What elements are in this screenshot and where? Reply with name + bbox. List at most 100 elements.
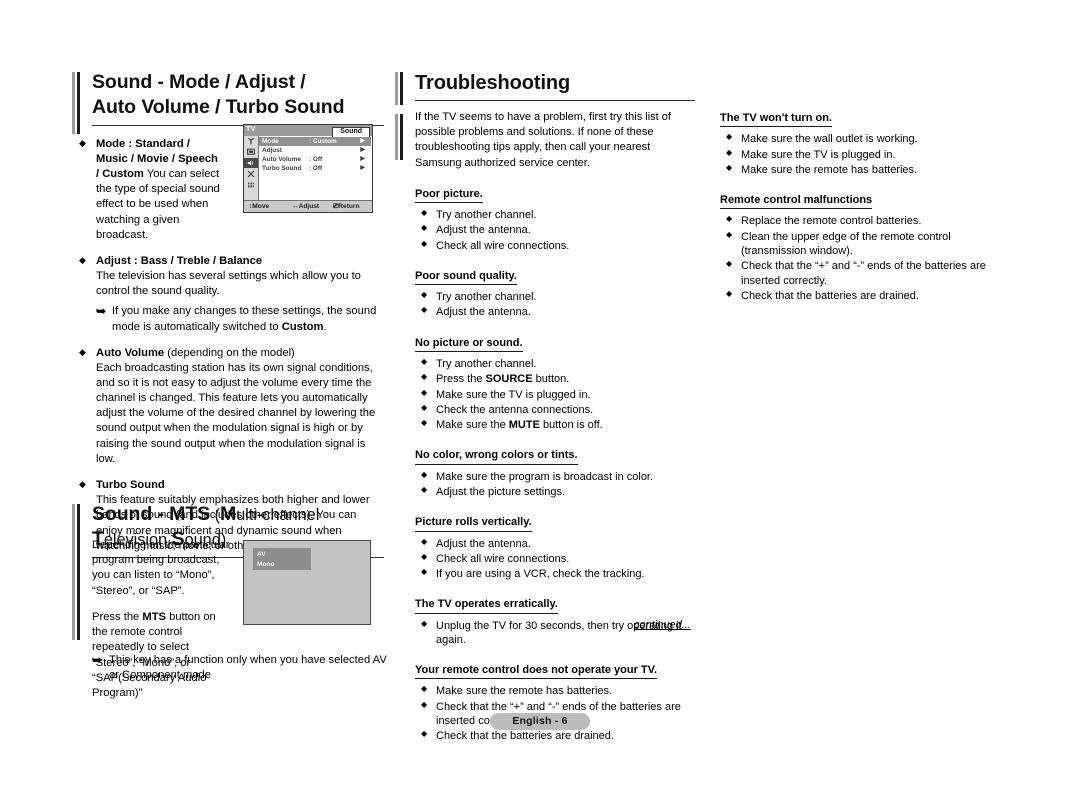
list-item: ◆ Replace the remote control batteries. <box>726 214 922 228</box>
adjust-note: ➥ If you make any changes to these setti… <box>96 304 384 334</box>
list-item: ◆ Check that the “+” and “-” ends of the … <box>726 259 986 287</box>
osd-title-badge: Sound <box>332 126 370 138</box>
diamond-bullet-icon: ◆ <box>421 207 428 217</box>
osd-row-mode[interactable]: Mode : Custom ▶ <box>259 137 371 146</box>
osd-tv-label: TV <box>246 126 256 133</box>
list-item: ◆ Check all wire connections. <box>421 551 570 565</box>
mono-label: Mono <box>257 561 275 568</box>
osd-row-auto-volume-value: : Off <box>309 156 323 163</box>
troubleshooting-title: Troubleshooting <box>415 72 571 94</box>
list-item: ◆ Adjust the antenna. <box>421 305 531 319</box>
ts-group-poor-picture: Poor picture. ◆ Try another channel. ◆ Adj… <box>415 184 695 253</box>
diamond-bullet-icon: ◆ <box>726 132 733 142</box>
list-item: ◆ Check the antenna connections. <box>421 402 594 416</box>
sound-mode-heading-block: Sound - Mode / Adjust / Auto Volume / Tu… <box>72 70 384 134</box>
ts-heading: Your remote control does not operate you… <box>415 664 658 680</box>
diamond-bullet-icon: ◆ <box>726 259 733 269</box>
list-item: ◆ Adjust the antenna. <box>421 223 531 237</box>
osd-footer-bar: ↕ Move ↔ Adjust ⎚ Return <box>244 200 372 212</box>
ts-group-remote-no-operate: Your remote control does not operate you… <box>415 660 695 743</box>
diamond-bullet-icon: ◆ <box>421 356 428 366</box>
diamond-bullet-icon: ◆ <box>421 536 428 546</box>
page-title: Sound - Mode / Adjust / Auto Volume / Tu… <box>92 70 384 121</box>
list-item: ◆ Make sure the TV is plugged in. <box>726 147 896 161</box>
osd-row-adjust-label: Adjust <box>262 147 282 154</box>
list-item: ◆ Make sure the MUTE button is off. <box>421 418 603 432</box>
setup-icon <box>244 168 258 179</box>
ts-heading: The TV won't turn on. <box>720 112 832 128</box>
diamond-bullet-icon: ◆ <box>421 567 428 577</box>
osd-sound-menu: TV Sound Mode : Custom ▶ Adjust ▶ Auto V… <box>243 124 373 213</box>
speaker-icon <box>244 157 258 169</box>
ts-heading: No color, wrong colors or tints. <box>415 449 578 465</box>
diamond-bullet-icon: ◆ <box>79 346 86 357</box>
osd-av-screen: AV Mono <box>243 540 371 625</box>
osd-adjust-hint: ↔ Adjust <box>292 203 320 210</box>
manual-page: Sound - Mode / Adjust / Auto Volume / Tu… <box>0 0 1080 796</box>
heading-line-2: Auto Volume / Turbo Sound <box>92 96 345 119</box>
ts-heading: Remote control malfunctions <box>720 194 873 210</box>
mts-note-text: This key has a function only when you ha… <box>109 654 387 682</box>
list-item: ◆ If you are using a VCR, check the track… <box>421 567 645 581</box>
osd-row-auto-volume-label: Auto Volume <box>262 156 301 163</box>
osd-row-mode-label: Mode <box>262 138 279 145</box>
diamond-bullet-icon: ◆ <box>421 290 428 300</box>
osd-row-turbo-sound[interactable]: Turbo Sound : Off ▶ <box>259 164 371 173</box>
bullet-auto-volume: ◆ Auto Volume (depending on the model) E… <box>72 346 384 467</box>
chevron-right-icon: ▶ <box>360 147 365 153</box>
list-item: ◆ Try another channel. <box>421 207 537 221</box>
list-item: ◆ Make sure the remote has batteries. <box>726 162 918 176</box>
ts-group-no-color: No color, wrong colors or tints. ◆ Make s… <box>415 445 695 499</box>
list-item: ◆ Make sure the remote has batteries. <box>421 684 613 698</box>
list-item: ◆ Adjust the antenna. <box>421 536 531 550</box>
osd-row-auto-volume[interactable]: Auto Volume : Off ▶ <box>259 155 371 164</box>
list-item: ◆ Clean the upper edge of the remote cont… <box>726 229 951 257</box>
ts-heading: Poor picture. <box>415 188 483 203</box>
osd-return-hint: ⎚ Return <box>333 203 360 210</box>
diamond-bullet-icon: ◆ <box>79 254 86 265</box>
av-mono-banner: AV Mono <box>253 548 311 570</box>
ts-list: ◆ Adjust the antenna. ◆ Check all wire con… <box>415 537 695 582</box>
arrow-note-icon: ➥ <box>92 653 103 667</box>
bullet-adjust-body: The television has several settings whic… <box>96 270 361 298</box>
bullet-auto-volume-title: Auto Volume <box>96 346 165 359</box>
mts-paragraph-1: Depending on the particular program bein… <box>92 539 230 597</box>
troubleshooting-column: Troubleshooting If the TV seems to have … <box>395 70 695 744</box>
list-item: ◆ Try another channel. <box>421 290 537 304</box>
bullet-adjust: ◆ Adjust : Bass / Treble / Balance The t… <box>72 254 384 335</box>
ts-heading: Picture rolls vertically. <box>415 516 532 532</box>
diamond-bullet-icon: ◆ <box>421 223 428 233</box>
ts-list: ◆ Replace the remote control batteries. ◆… <box>720 214 1010 303</box>
list-item: ◆ Try another channel. <box>421 356 537 370</box>
ts-list: ◆ Try another channel. ◆ Press the SOURCE … <box>415 357 695 432</box>
diamond-bullet-icon: ◆ <box>421 305 428 315</box>
diamond-bullet-icon: ◆ <box>421 372 428 382</box>
heading-accent-bar <box>72 72 81 134</box>
bullet-auto-volume-note: (depending on the model) <box>167 346 295 359</box>
diamond-bullet-icon: ◆ <box>79 137 86 148</box>
diamond-bullet-icon: ◆ <box>421 484 428 494</box>
bullet-auto-volume-body: Each broadcasting station has its own si… <box>96 361 376 465</box>
osd-row-adjust[interactable]: Adjust ▶ <box>259 146 371 155</box>
bullet-adjust-title: Adjust : Bass / Treble / Balance <box>96 254 263 267</box>
ts-list: ◆ Make sure the wall outlet is working. ◆… <box>720 132 1010 177</box>
osd-row-turbo-sound-label: Turbo Sound <box>262 165 302 172</box>
diamond-bullet-icon: ◆ <box>421 418 428 428</box>
troubleshooting-heading-block: Troubleshooting <box>395 70 695 105</box>
list-item: ◆ Check that the batteries are drained. <box>726 288 919 302</box>
diamond-bullet-icon: ◆ <box>726 147 733 157</box>
osd-row-mode-value: : Custom <box>309 138 337 145</box>
diamond-bullet-icon: ◆ <box>421 684 428 694</box>
ts-group-poor-sound-quality: Poor sound quality. ◆ Try another channel… <box>415 266 695 320</box>
right-column: The TV won't turn on. ◆ Make sure the wal… <box>720 108 1010 303</box>
ts-group-picture-rolls: Picture rolls vertically. ◆ Adjust the an… <box>415 512 695 581</box>
list-item: ◆ Adjust the picture settings. <box>421 484 566 498</box>
mts-description: Depending on the particular program bein… <box>92 538 232 712</box>
arrow-note-icon: ➥ <box>96 304 107 319</box>
diamond-bullet-icon: ◆ <box>421 387 428 397</box>
list-item: ◆ Make sure the wall outlet is working. <box>726 132 918 146</box>
mts-title-main: Sound - MTS <box>92 503 211 525</box>
diamond-bullet-icon: ◆ <box>726 288 733 298</box>
diamond-bullet-icon: ◆ <box>421 551 428 561</box>
troubleshooting-intro: If the TV seems to have a problem, first… <box>415 111 671 169</box>
